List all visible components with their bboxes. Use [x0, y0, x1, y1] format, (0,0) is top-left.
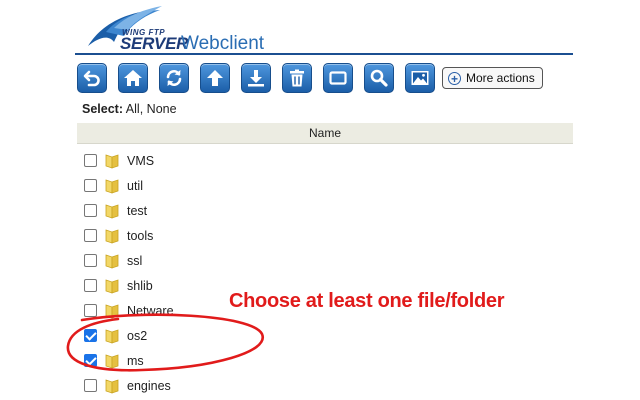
file-name[interactable]: engines: [127, 379, 171, 393]
folder-icon: [105, 253, 119, 269]
thumbnail-view-button[interactable]: [405, 63, 435, 93]
header-divider: [75, 53, 573, 55]
list-item: ssl: [77, 248, 573, 273]
toolbar: + More actions: [77, 62, 543, 94]
search-button[interactable]: [364, 63, 394, 93]
select-label: Select:: [82, 102, 123, 116]
list-item: engines: [77, 373, 573, 398]
file-checkbox[interactable]: [84, 229, 97, 242]
refresh-icon: [166, 70, 182, 86]
folder-icon: [105, 378, 119, 394]
folder-icon: [105, 178, 119, 194]
file-name[interactable]: ssl: [127, 254, 142, 268]
back-button[interactable]: [77, 63, 107, 93]
page-title: Webclient: [181, 33, 265, 54]
folder-icon: [105, 228, 119, 244]
more-actions-label: More actions: [466, 71, 535, 85]
plus-icon: +: [448, 71, 461, 85]
file-checkbox[interactable]: [84, 154, 97, 167]
upload-icon: [207, 70, 223, 86]
file-name[interactable]: test: [127, 204, 147, 218]
logo-text-server: SERVER: [120, 34, 189, 53]
folder-icon: [105, 153, 119, 169]
annotation-ellipse: [66, 313, 264, 372]
file-checkbox[interactable]: [84, 279, 97, 292]
trash-icon: [290, 69, 304, 87]
select-row: Select: All, None: [82, 102, 177, 116]
download-button[interactable]: [241, 63, 271, 93]
file-checkbox[interactable]: [84, 254, 97, 267]
list-item: util: [77, 173, 573, 198]
wing-ftp-logo: WING FTP SERVER Webclient: [84, 2, 304, 54]
file-name[interactable]: shlib: [127, 279, 153, 293]
home-button[interactable]: [118, 63, 148, 93]
delete-button[interactable]: [282, 63, 312, 93]
file-checkbox[interactable]: [84, 379, 97, 392]
search-icon: [370, 69, 388, 87]
home-icon: [124, 70, 142, 86]
file-checkbox[interactable]: [84, 204, 97, 217]
column-header-name[interactable]: Name: [77, 123, 573, 144]
new-folder-button[interactable]: [323, 63, 353, 93]
list-item: VMS: [77, 148, 573, 173]
file-name[interactable]: util: [127, 179, 143, 193]
folder-icon: [105, 203, 119, 219]
download-icon: [248, 70, 264, 87]
file-name[interactable]: tools: [127, 229, 153, 243]
back-icon: [83, 70, 100, 87]
folder-icon: [329, 71, 347, 85]
list-item: tools: [77, 223, 573, 248]
image-icon: [411, 71, 429, 85]
annotation-text: Choose at least one file/folder: [229, 290, 505, 312]
upload-button[interactable]: [200, 63, 230, 93]
list-item: test: [77, 198, 573, 223]
refresh-button[interactable]: [159, 63, 189, 93]
file-checkbox[interactable]: [84, 179, 97, 192]
select-none-link[interactable]: None: [147, 102, 177, 116]
more-actions-button[interactable]: + More actions: [442, 67, 543, 89]
folder-icon: [105, 278, 119, 294]
file-name[interactable]: VMS: [127, 154, 154, 168]
select-all-link[interactable]: All: [126, 102, 140, 116]
